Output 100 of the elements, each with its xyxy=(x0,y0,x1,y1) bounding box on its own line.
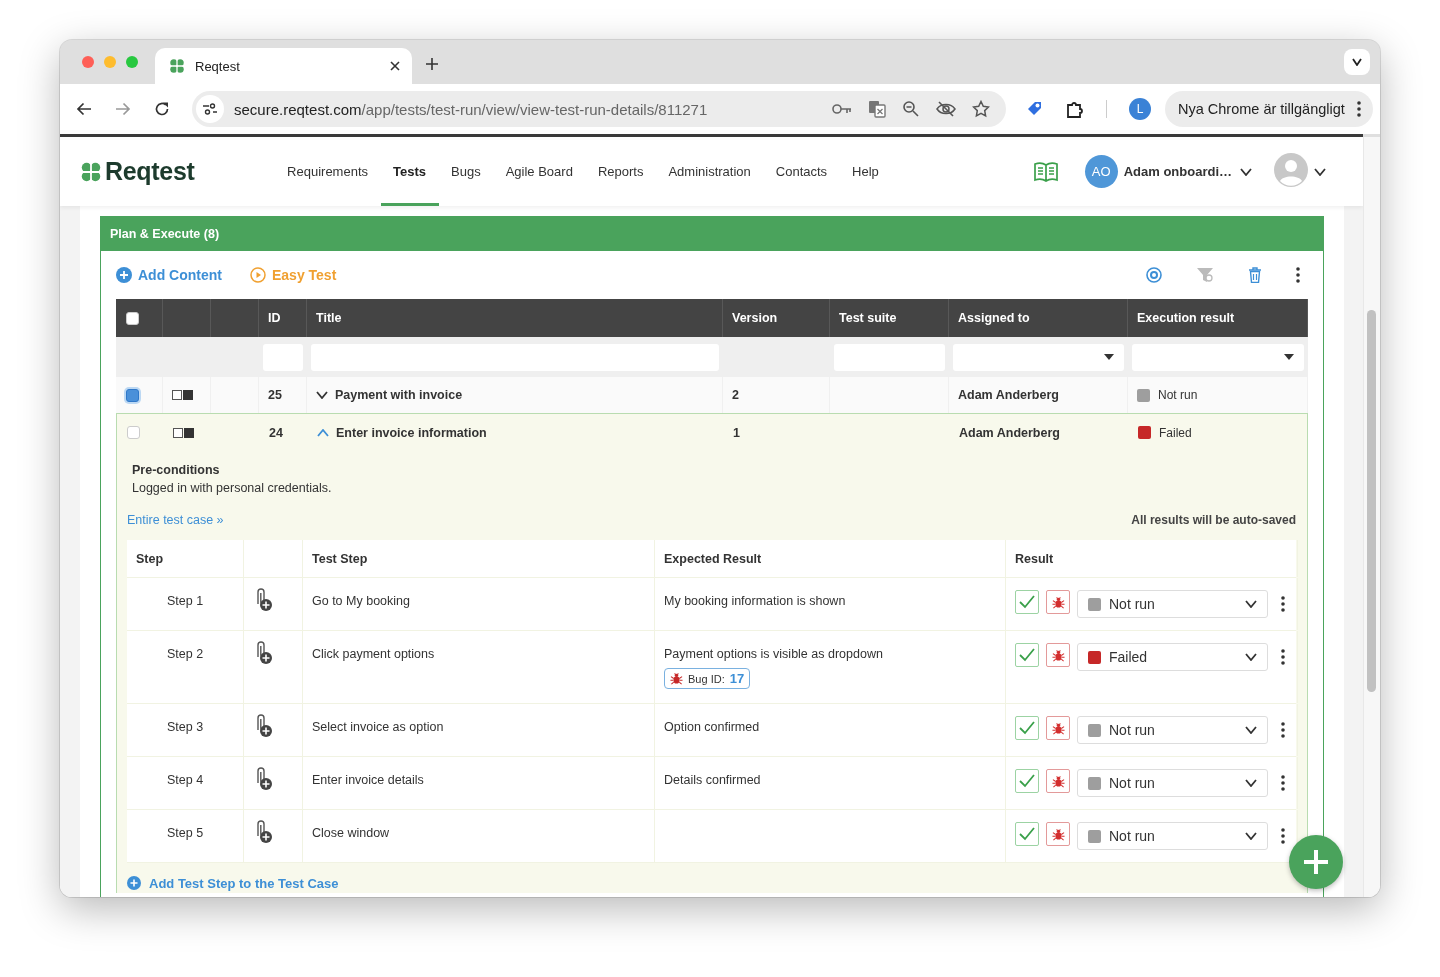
preconditions-heading: Pre-conditions xyxy=(132,462,221,479)
bug-icon xyxy=(1051,721,1065,735)
test-step-text: Enter invoice details xyxy=(312,773,424,787)
tab-search-button[interactable] xyxy=(1344,49,1370,75)
scrollbar-thumb[interactable] xyxy=(1367,310,1376,692)
more-options-icon[interactable] xyxy=(1281,649,1285,665)
version-cell: 2 xyxy=(732,388,739,402)
fail-bug-button[interactable] xyxy=(1046,822,1070,846)
fail-bug-button[interactable] xyxy=(1046,716,1070,740)
logo-text: Reqtest xyxy=(105,157,195,186)
puzzle-icon[interactable] xyxy=(1066,100,1084,118)
play-circle-icon xyxy=(250,267,266,283)
chevron-down-icon[interactable] xyxy=(1352,58,1362,66)
bug-icon xyxy=(670,672,683,685)
column-header[interactable]: Title xyxy=(316,311,342,325)
reload-icon[interactable] xyxy=(154,101,170,117)
column-header[interactable]: Version xyxy=(732,311,778,325)
new-tab-icon[interactable] xyxy=(426,58,438,70)
step-number: Step 4 xyxy=(167,773,204,787)
add-circle-icon xyxy=(127,876,141,890)
column-header[interactable]: Test suite xyxy=(839,311,897,325)
title-cell[interactable]: Enter invoice information xyxy=(336,425,487,440)
autosave-note: All results will be auto-saved xyxy=(1131,513,1296,527)
chevron-down-icon[interactable] xyxy=(1240,167,1252,176)
step-number: Step 3 xyxy=(167,720,204,734)
chevron-down-icon[interactable] xyxy=(1245,600,1257,608)
checkbox[interactable] xyxy=(126,388,139,402)
tag-icon[interactable] xyxy=(1026,100,1044,118)
more-options-icon[interactable] xyxy=(1296,267,1300,283)
nav-tab[interactable]: Requirements xyxy=(274,137,381,206)
bug-icon xyxy=(1051,595,1065,609)
expected-result-text: My booking information is shown xyxy=(664,594,846,608)
more-options-icon[interactable] xyxy=(1281,722,1285,738)
fail-bug-button[interactable] xyxy=(1046,643,1070,667)
bug-icon xyxy=(1051,827,1065,841)
assignee-cell: Adam Anderberg xyxy=(958,388,1059,402)
check-icon xyxy=(1019,648,1035,662)
checkbox[interactable] xyxy=(126,311,139,325)
book-icon[interactable] xyxy=(1033,161,1058,182)
nav-tab[interactable]: Help xyxy=(839,137,892,206)
nav-tab[interactable]: Agile Board xyxy=(493,137,586,206)
version-cell: 1 xyxy=(733,425,740,440)
checkbox[interactable] xyxy=(127,426,140,439)
chevron-down-icon[interactable] xyxy=(1245,832,1257,840)
result-dropdown[interactable]: Not run xyxy=(1077,716,1268,744)
result-dropdown[interactable]: Not run xyxy=(1077,822,1268,850)
nav-tab[interactable]: Administration xyxy=(655,137,764,206)
logo-icon xyxy=(169,58,185,74)
step-number: Step 5 xyxy=(167,826,204,840)
column-header[interactable]: Assigned to xyxy=(958,311,1030,325)
chevron-down-icon[interactable] xyxy=(1314,167,1326,176)
nav-tab[interactable]: Bugs xyxy=(438,137,494,206)
star-icon[interactable] xyxy=(972,100,990,118)
trash-icon[interactable] xyxy=(1248,267,1262,283)
column-header[interactable]: ID xyxy=(268,311,281,325)
nav-tab[interactable]: Contacts xyxy=(763,137,840,206)
zoom-out-icon[interactable] xyxy=(902,100,920,118)
pass-button[interactable] xyxy=(1015,822,1039,846)
chevron-down-icon[interactable] xyxy=(1245,779,1257,787)
eye-off-icon[interactable] xyxy=(936,101,956,117)
split-view-icon[interactable] xyxy=(173,427,195,438)
column-header: Result xyxy=(1015,551,1054,566)
more-options-icon[interactable] xyxy=(1281,828,1285,844)
forward-arrow-icon[interactable] xyxy=(115,101,131,117)
column-header[interactable]: Execution result xyxy=(1137,311,1235,325)
more-options-icon[interactable] xyxy=(1281,596,1285,612)
address-bar[interactable]: secure.reqtest.com/app/tests/test-run/view/view-test-run-details/811271 xyxy=(192,91,1006,127)
pass-button[interactable] xyxy=(1015,590,1039,614)
more-options-icon[interactable] xyxy=(1281,775,1285,791)
bug-badge[interactable]: Bug ID: 17 xyxy=(664,668,751,689)
site-settings-icon[interactable] xyxy=(203,103,217,115)
result-dropdown[interactable]: Not run xyxy=(1077,590,1268,618)
chevron-down-icon[interactable] xyxy=(1245,726,1257,734)
close-icon[interactable] xyxy=(390,61,400,71)
result-dropdown[interactable]: Failed xyxy=(1077,643,1268,671)
browser-tab[interactable]: Reqtest xyxy=(155,48,412,84)
column-header: Expected Result xyxy=(664,551,762,566)
translate-icon[interactable] xyxy=(868,100,886,118)
key-icon[interactable] xyxy=(832,103,852,115)
profile-avatar[interactable]: L xyxy=(1129,98,1151,120)
split-view-icon[interactable] xyxy=(172,390,194,400)
logo-icon xyxy=(80,160,102,183)
result-dropdown[interactable]: Not run xyxy=(1077,769,1268,797)
chevron-down-icon[interactable] xyxy=(1245,653,1257,661)
back-arrow-icon[interactable] xyxy=(76,101,92,117)
collapse-chevron-icon[interactable] xyxy=(317,428,329,437)
fail-bug-button[interactable] xyxy=(1046,769,1070,793)
preconditions-text: Logged in with personal credentials. xyxy=(132,480,333,497)
pass-button[interactable] xyxy=(1015,716,1039,740)
expand-chevron-icon[interactable] xyxy=(316,391,328,399)
pass-button[interactable] xyxy=(1015,769,1039,793)
column-header: Step xyxy=(136,551,164,566)
more-options-icon[interactable] xyxy=(1356,101,1361,117)
update-chrome-button[interactable]: Nya Chrome är tillgängligt xyxy=(1165,91,1373,127)
nav-tab[interactable]: Reports xyxy=(585,137,656,206)
user-name[interactable]: Adam onboardi… xyxy=(1123,164,1232,179)
pass-button[interactable] xyxy=(1015,643,1039,667)
fail-bug-button[interactable] xyxy=(1046,590,1070,614)
title-cell[interactable]: Payment with invoice xyxy=(335,388,463,402)
column-header: Test Step xyxy=(312,551,368,566)
